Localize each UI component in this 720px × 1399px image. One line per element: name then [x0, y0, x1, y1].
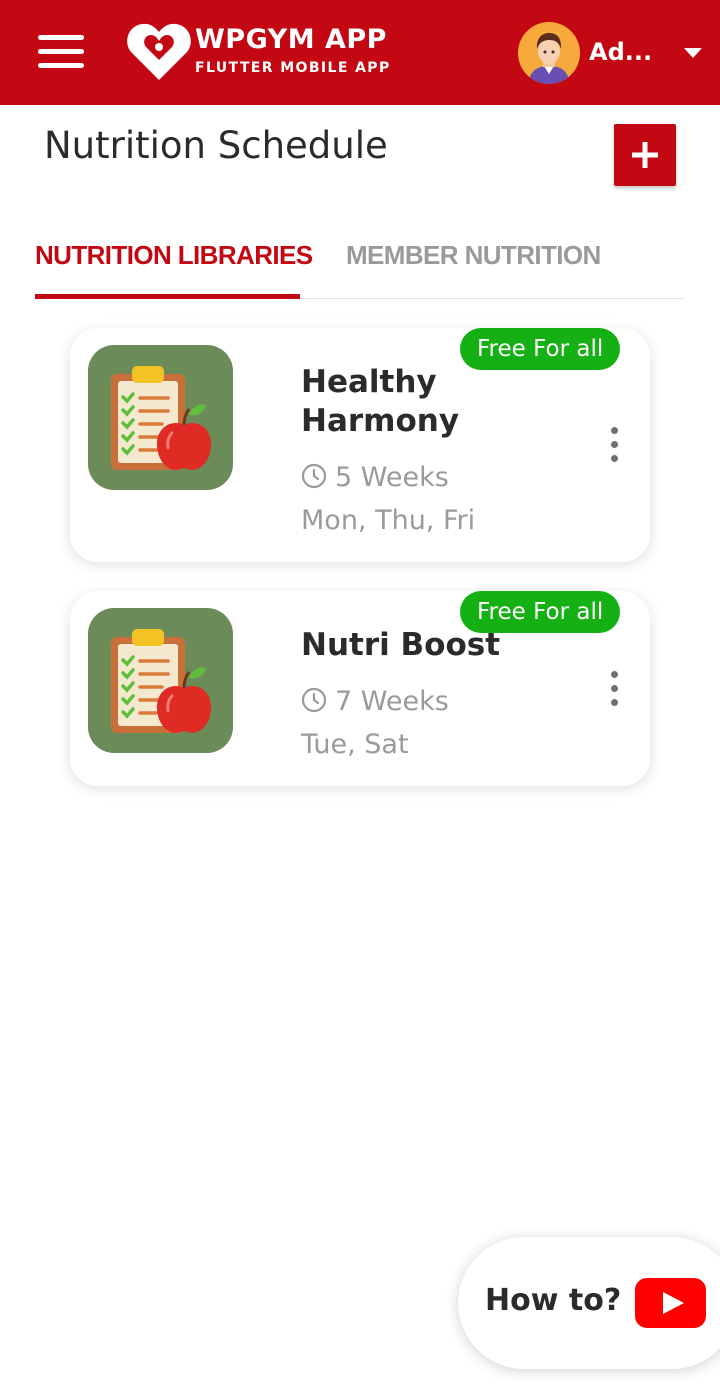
youtube-icon [635, 1278, 706, 1328]
nutrition-days: Mon, Thu, Fri [301, 505, 476, 536]
how-to-label: How to? [485, 1283, 622, 1318]
nutrition-clipboard-apple-icon [88, 608, 233, 753]
more-vertical-icon[interactable] [608, 669, 620, 709]
clock-icon [301, 687, 327, 713]
nutrition-duration: 5 Weeks [301, 462, 449, 493]
app-header: WPGYM APP FLUTTER MOBILE APP Ad... [0, 0, 720, 105]
page-title: Nutrition Schedule [44, 124, 388, 167]
wpgym-logo [127, 23, 191, 80]
how-to-button[interactable]: How to? [458, 1237, 720, 1369]
nutrition-days: Tue, Sat [301, 729, 409, 760]
duration-text: 7 Weeks [335, 686, 449, 717]
active-tab-indicator [35, 294, 300, 299]
tab-nutrition-libraries[interactable]: NUTRITION LIBRARIES [35, 240, 313, 271]
nutrition-clipboard-apple-icon [88, 345, 233, 490]
nutrition-duration: 7 Weeks [301, 686, 449, 717]
menu-icon[interactable] [38, 33, 84, 71]
more-vertical-icon[interactable] [608, 425, 620, 465]
user-avatar[interactable] [518, 22, 580, 84]
duration-text: 5 Weeks [335, 462, 449, 493]
clock-icon [301, 463, 327, 489]
chevron-down-icon[interactable] [684, 48, 702, 58]
brand-title: WPGYM APP [195, 24, 387, 55]
avatar-person-icon [518, 22, 580, 84]
tab-member-nutrition[interactable]: MEMBER NUTRITION [346, 240, 601, 271]
nutrition-name: Healthy Harmony [301, 364, 460, 439]
user-name[interactable]: Ad... [589, 38, 652, 66]
add-nutrition-button[interactable] [614, 124, 676, 186]
brand-subtitle: FLUTTER MOBILE APP [195, 60, 391, 76]
nutrition-name: Nutri Boost [301, 627, 501, 663]
nutrition-card[interactable]: Free For all Nutri Boost 7 Weeks Tue, Sa… [70, 591, 650, 786]
nutrition-card[interactable]: Free For all Healthy Harmony 5 Weeks Mon… [70, 328, 650, 562]
